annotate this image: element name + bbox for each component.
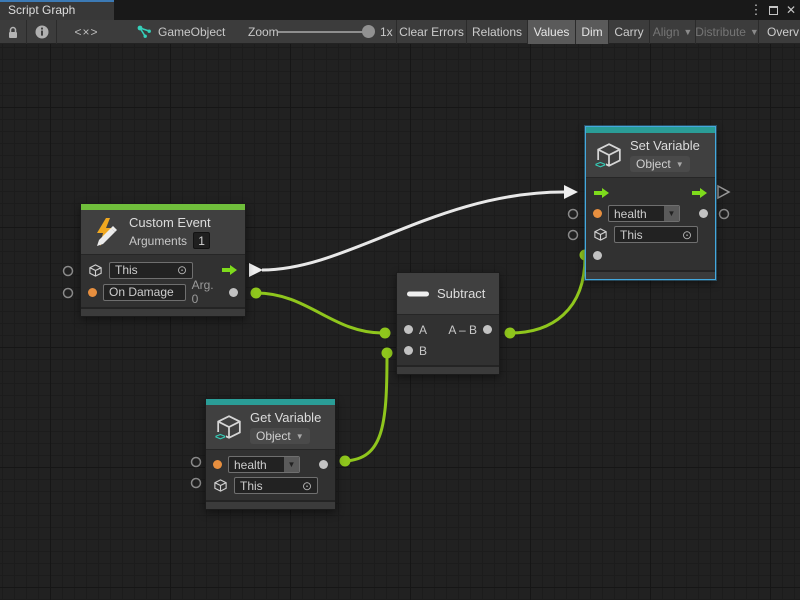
- graph-target-label: GameObject: [158, 25, 225, 39]
- lock-icon: [7, 26, 19, 39]
- result-port[interactable]: [483, 325, 492, 334]
- graph-canvas[interactable]: Custom Event Arguments 1 This ⊙: [0, 44, 800, 600]
- overview-button[interactable]: Overv: [758, 20, 800, 44]
- tab-script-graph[interactable]: Script Graph: [0, 0, 114, 20]
- flow-out-port[interactable]: [691, 187, 708, 199]
- wire-flow[interactable]: [262, 192, 564, 270]
- node-get-variable[interactable]: <> Get Variable Object ▼ healt: [205, 398, 336, 510]
- chevron-down-icon: ▼: [683, 27, 692, 37]
- node-set-variable[interactable]: <> Set Variable Object ▼: [585, 126, 716, 280]
- script-graph-window: Script Graph ⋮ ✕ <×>: [0, 0, 800, 600]
- object-picker-icon: ⊙: [177, 264, 187, 276]
- cube-icon: [88, 263, 103, 278]
- input-b-label: B: [419, 344, 427, 358]
- variable-name-port[interactable]: [593, 209, 602, 218]
- arguments-label: Arguments: [129, 234, 187, 248]
- graph-target-group[interactable]: GameObject: [137, 20, 225, 44]
- arguments-count-field[interactable]: 1: [193, 232, 210, 249]
- arg0-port[interactable]: [229, 288, 238, 297]
- flow-arrowhead-start: [249, 263, 263, 277]
- tab-bar: Script Graph ⋮ ✕: [0, 0, 800, 20]
- port-outline[interactable]: [720, 210, 729, 219]
- wire-getvar-to-b[interactable]: [345, 355, 387, 461]
- relations-button[interactable]: Relations: [466, 20, 527, 44]
- flow-port-outline[interactable]: [718, 186, 729, 198]
- flow-in-port[interactable]: [593, 187, 610, 199]
- port-outline[interactable]: [569, 210, 578, 219]
- variable-name-dropdown[interactable]: health ▼: [228, 456, 300, 473]
- inspect-button[interactable]: [26, 20, 56, 44]
- variable-scope-dropdown[interactable]: Object ▼: [630, 156, 690, 172]
- dim-button[interactable]: Dim: [575, 20, 608, 44]
- target-field[interactable]: This ⊙: [614, 226, 698, 243]
- target-field[interactable]: This ⊙: [234, 477, 318, 494]
- cube-icon: [593, 227, 608, 242]
- wire-arg0-to-a[interactable]: [256, 293, 383, 333]
- info-icon: [35, 25, 49, 39]
- node-footer: [397, 365, 499, 374]
- edit-graph-button[interactable]: <×>: [56, 20, 116, 44]
- distribute-button[interactable]: Distribute ▼: [695, 20, 758, 44]
- input-b-port[interactable]: [404, 346, 413, 355]
- chevron-down-icon: ▼: [284, 457, 299, 472]
- tab-title: Script Graph: [8, 3, 75, 17]
- node-subtract[interactable]: Subtract A A – B B: [396, 272, 500, 375]
- event-port[interactable]: [88, 288, 97, 297]
- flow-arrowhead-end: [564, 185, 578, 199]
- close-icon[interactable]: ✕: [782, 0, 800, 20]
- port-outline[interactable]: [192, 458, 201, 467]
- chevron-down-icon: ▼: [296, 432, 304, 441]
- zoom-value: 1x: [380, 20, 393, 44]
- port-outline[interactable]: [569, 231, 578, 240]
- node-title: Subtract: [437, 286, 485, 301]
- values-button[interactable]: Values: [527, 20, 575, 44]
- window-menu-icon[interactable]: ⋮: [748, 0, 764, 20]
- node-footer: [81, 307, 245, 316]
- variable-name-dropdown[interactable]: health ▼: [608, 205, 680, 222]
- script-graph-asset-icon: [137, 25, 152, 39]
- graph-toolbar: <×> GameObject Zoom 1x Clear Errors Rela…: [0, 20, 800, 44]
- scripting-icon: <>: [594, 160, 606, 171]
- output-label: A – B: [448, 323, 477, 337]
- event-name-field[interactable]: On Damage: [103, 284, 186, 301]
- scripting-icon: <>: [214, 432, 226, 443]
- port-outline[interactable]: [192, 479, 201, 488]
- node-footer: [586, 270, 715, 279]
- zoom-slider-handle[interactable]: [362, 25, 375, 38]
- node-title: Get Variable: [250, 410, 321, 425]
- arg0-label: Arg. 0: [192, 278, 223, 306]
- value-out-port[interactable]: [319, 460, 328, 469]
- port-outline[interactable]: [64, 267, 73, 276]
- lock-button[interactable]: [0, 20, 26, 44]
- node-title: Custom Event: [129, 215, 211, 230]
- input-a-label: A: [419, 323, 427, 337]
- object-picker-icon: ⊙: [302, 480, 312, 492]
- cube-icon: [213, 478, 228, 493]
- wire-result-to-setvar[interactable]: [510, 257, 585, 333]
- zoom-label: Zoom: [248, 20, 279, 44]
- chevron-down-icon: ▼: [676, 160, 684, 169]
- input-a-port[interactable]: [404, 325, 413, 334]
- clear-errors-button[interactable]: Clear Errors: [396, 20, 466, 44]
- value-in-port[interactable]: [593, 251, 602, 260]
- node-title: Set Variable: [630, 138, 700, 153]
- custom-event-icon: [91, 216, 121, 248]
- subtract-icon: [407, 291, 429, 297]
- chevron-down-icon: ▼: [664, 206, 679, 221]
- port-outline[interactable]: [64, 289, 73, 298]
- value-out-port[interactable]: [699, 209, 708, 218]
- variable-name-port[interactable]: [213, 460, 222, 469]
- zoom-slider-track[interactable]: [278, 31, 368, 33]
- node-footer: [206, 500, 335, 509]
- carry-button[interactable]: Carry: [608, 20, 649, 44]
- maximize-icon[interactable]: [764, 0, 782, 20]
- target-field[interactable]: This ⊙: [109, 262, 193, 279]
- flow-out-port[interactable]: [221, 264, 238, 276]
- object-picker-icon: ⊙: [682, 229, 692, 241]
- code-icon: <×>: [74, 25, 98, 39]
- node-custom-event[interactable]: Custom Event Arguments 1 This ⊙: [80, 203, 246, 317]
- variable-scope-dropdown[interactable]: Object ▼: [250, 428, 310, 444]
- align-button[interactable]: Align ▼: [649, 20, 695, 44]
